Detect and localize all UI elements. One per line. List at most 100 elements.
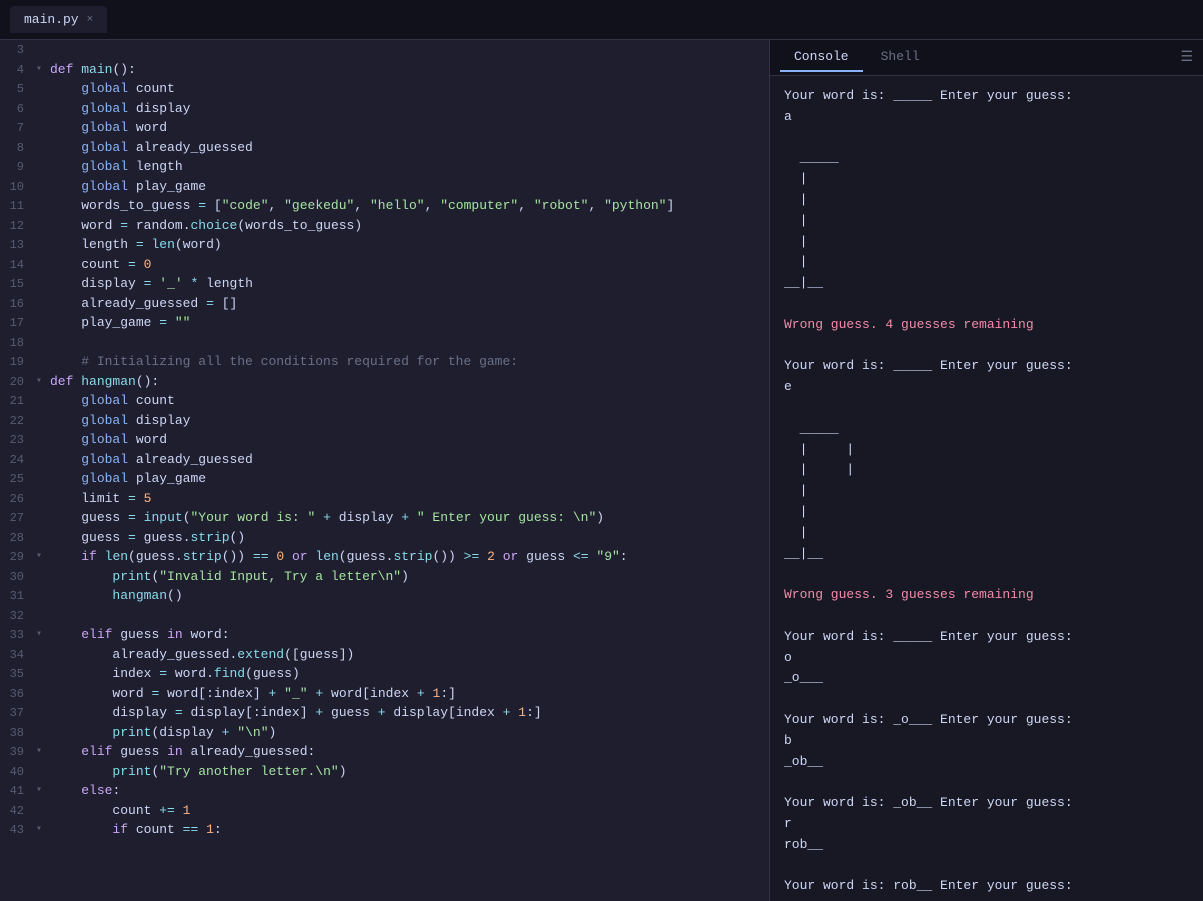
line-content: global display bbox=[50, 99, 769, 119]
code-line-19: 19 # Initializing all the conditions req… bbox=[0, 352, 769, 372]
line-content: global already_guessed bbox=[50, 450, 769, 470]
fold-arrow bbox=[36, 508, 50, 510]
line-content: index = word.find(guess) bbox=[50, 664, 769, 684]
code-line-6: 6 global display bbox=[0, 99, 769, 119]
fold-arrow bbox=[36, 177, 50, 179]
line-content bbox=[50, 606, 769, 626]
line-content: if len(guess.strip()) == 0 or len(guess.… bbox=[50, 547, 769, 567]
top-bar: main.py × bbox=[0, 0, 1203, 40]
fold-arrow bbox=[36, 138, 50, 140]
console-line: o bbox=[784, 897, 1189, 901]
fold-arrow[interactable]: ▾ bbox=[36, 781, 50, 798]
fold-arrow bbox=[36, 489, 50, 491]
console-line: b bbox=[784, 731, 1189, 752]
console-line bbox=[784, 606, 1189, 627]
line-number: 17 bbox=[0, 313, 36, 332]
line-number: 42 bbox=[0, 801, 36, 820]
right-panel: Console Shell ☰ Your word is: _____ Ente… bbox=[770, 40, 1203, 901]
line-content: print(display + "\n") bbox=[50, 723, 769, 743]
line-content: words_to_guess = ["code", "geekedu", "he… bbox=[50, 196, 769, 216]
console-line: | bbox=[784, 232, 1189, 253]
code-line-34: 34 already_guessed.extend([guess]) bbox=[0, 645, 769, 665]
fold-arrow[interactable]: ▾ bbox=[36, 547, 50, 564]
line-content: elif guess in word: bbox=[50, 625, 769, 645]
fold-arrow[interactable]: ▾ bbox=[36, 625, 50, 642]
console-line: Your word is: _____ Enter your guess: bbox=[784, 86, 1189, 107]
code-line-16: 16 already_guessed = [] bbox=[0, 294, 769, 314]
fold-arrow bbox=[36, 313, 50, 315]
fold-arrow[interactable]: ▾ bbox=[36, 742, 50, 759]
line-content: if count == 1: bbox=[50, 820, 769, 840]
line-content: global count bbox=[50, 79, 769, 99]
tab-label: main.py bbox=[24, 12, 79, 27]
code-line-27: 27 guess = input("Your word is: " + disp… bbox=[0, 508, 769, 528]
main-tab[interactable]: main.py × bbox=[10, 6, 107, 33]
line-number: 16 bbox=[0, 294, 36, 313]
fold-arrow bbox=[36, 703, 50, 705]
line-number: 40 bbox=[0, 762, 36, 781]
line-number: 5 bbox=[0, 79, 36, 98]
fold-arrow bbox=[36, 469, 50, 471]
line-number: 4 bbox=[0, 60, 36, 79]
console-line: | bbox=[784, 252, 1189, 273]
line-number: 7 bbox=[0, 118, 36, 137]
console-line: Wrong guess. 3 guesses remaining bbox=[784, 585, 1189, 606]
code-line-5: 5 global count bbox=[0, 79, 769, 99]
fold-arrow bbox=[36, 528, 50, 530]
line-content: global length bbox=[50, 157, 769, 177]
console-line: a bbox=[784, 107, 1189, 128]
line-number: 22 bbox=[0, 411, 36, 430]
line-content: guess = guess.strip() bbox=[50, 528, 769, 548]
console-line: Your word is: rob__ Enter your guess: bbox=[784, 876, 1189, 897]
console-line bbox=[784, 689, 1189, 710]
tab-close[interactable]: × bbox=[87, 14, 94, 26]
line-number: 12 bbox=[0, 216, 36, 235]
line-content: word = random.choice(words_to_guess) bbox=[50, 216, 769, 236]
line-number: 18 bbox=[0, 333, 36, 352]
console-line bbox=[784, 772, 1189, 793]
fold-arrow[interactable]: ▾ bbox=[36, 820, 50, 837]
console-line: | bbox=[784, 481, 1189, 502]
line-content: global word bbox=[50, 430, 769, 450]
line-content: global already_guessed bbox=[50, 138, 769, 158]
code-line-32: 32 bbox=[0, 606, 769, 626]
line-content: global word bbox=[50, 118, 769, 138]
tab-console[interactable]: Console bbox=[780, 43, 863, 72]
code-line-22: 22 global display bbox=[0, 411, 769, 431]
code-line-11: 11 words_to_guess = ["code", "geekedu", … bbox=[0, 196, 769, 216]
tab-shell[interactable]: Shell bbox=[867, 43, 934, 72]
line-content: hangman() bbox=[50, 586, 769, 606]
line-content: display = '_' * length bbox=[50, 274, 769, 294]
code-line-18: 18 bbox=[0, 333, 769, 353]
console-output[interactable]: Your word is: _____ Enter your guess:a _… bbox=[770, 76, 1203, 901]
code-line-21: 21 global count bbox=[0, 391, 769, 411]
fold-arrow bbox=[36, 645, 50, 647]
hamburger-icon[interactable]: ☰ bbox=[1180, 49, 1193, 66]
line-number: 39 bbox=[0, 742, 36, 761]
line-content bbox=[50, 333, 769, 353]
fold-arrow bbox=[36, 118, 50, 120]
code-panel[interactable]: 3 4▾def main():5 global count6 global di… bbox=[0, 40, 770, 901]
console-line: _____ bbox=[784, 419, 1189, 440]
console-line bbox=[784, 128, 1189, 149]
fold-arrow bbox=[36, 255, 50, 257]
fold-arrow bbox=[36, 762, 50, 764]
code-line-7: 7 global word bbox=[0, 118, 769, 138]
panel-tabs: Console Shell ☰ bbox=[770, 40, 1203, 76]
panel-tools: ☰ bbox=[1180, 49, 1193, 66]
fold-arrow bbox=[36, 606, 50, 608]
fold-arrow[interactable]: ▾ bbox=[36, 60, 50, 77]
fold-arrow bbox=[36, 274, 50, 276]
code-line-35: 35 index = word.find(guess) bbox=[0, 664, 769, 684]
line-number: 19 bbox=[0, 352, 36, 371]
code-line-38: 38 print(display + "\n") bbox=[0, 723, 769, 743]
line-number: 11 bbox=[0, 196, 36, 215]
fold-arrow[interactable]: ▾ bbox=[36, 372, 50, 389]
line-content: guess = input("Your word is: " + display… bbox=[50, 508, 769, 528]
console-line: _____ bbox=[784, 148, 1189, 169]
line-number: 43 bbox=[0, 820, 36, 839]
fold-arrow bbox=[36, 430, 50, 432]
fold-arrow bbox=[36, 333, 50, 335]
console-line bbox=[784, 564, 1189, 585]
console-line bbox=[784, 336, 1189, 357]
